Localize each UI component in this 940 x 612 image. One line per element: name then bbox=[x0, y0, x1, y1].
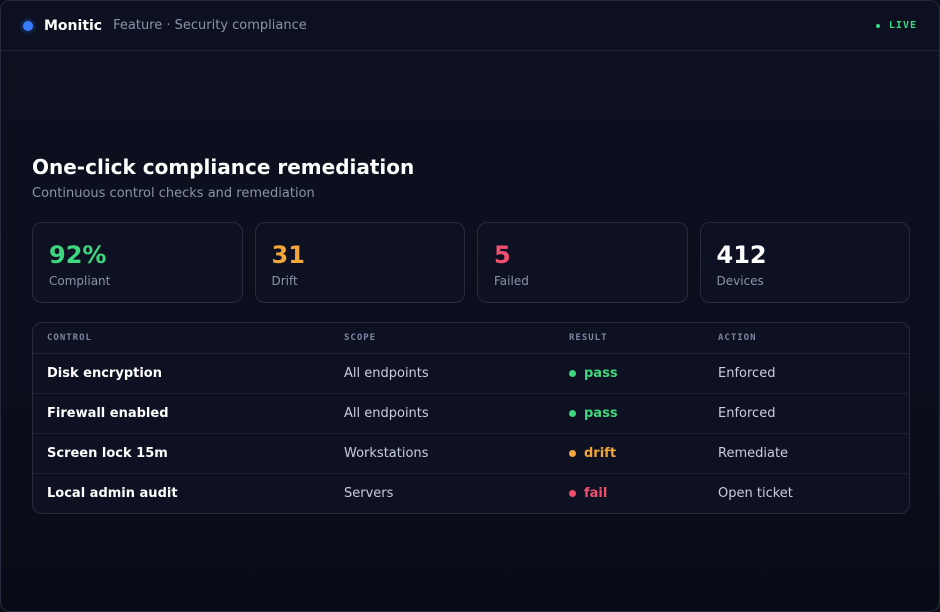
result-cell: fail bbox=[555, 474, 704, 514]
result-label: pass bbox=[584, 366, 618, 381]
live-status-badge: LIVE bbox=[875, 20, 917, 31]
column-header-action[interactable]: ACTION bbox=[704, 323, 909, 354]
column-header-result[interactable]: RESULT bbox=[555, 323, 704, 354]
kpi-label: Drift bbox=[271, 274, 298, 288]
column-header-scope[interactable]: SCOPE bbox=[330, 323, 555, 354]
action-cell[interactable]: Enforced bbox=[704, 393, 909, 434]
result-label: drift bbox=[584, 446, 617, 461]
brand-name: Monitic bbox=[44, 17, 103, 34]
result-badge: fail bbox=[569, 486, 607, 501]
live-dot-icon bbox=[875, 23, 880, 28]
kpi-value: 92% bbox=[49, 241, 107, 269]
table-header-row: CONTROL SCOPE RESULT ACTION bbox=[33, 323, 909, 354]
result-badge: pass bbox=[569, 406, 618, 421]
result-cell: pass bbox=[555, 353, 704, 394]
live-status-label: LIVE bbox=[888, 20, 917, 31]
kpi-value: 31 bbox=[271, 241, 305, 269]
scope-cell: Servers bbox=[344, 486, 394, 501]
control-cell: Disk encryption bbox=[33, 353, 330, 394]
kpi-card-failed: 5 Failed bbox=[477, 222, 688, 303]
kpi-value: 5 bbox=[494, 241, 511, 269]
kpi-label: Compliant bbox=[49, 274, 111, 288]
kpi-label: Devices bbox=[716, 274, 764, 288]
main-content: One-click compliance remediation Continu… bbox=[32, 153, 910, 514]
compliance-table: CONTROL SCOPE RESULT ACTION Disk encrypt… bbox=[32, 322, 910, 514]
brand-logo-icon bbox=[23, 20, 33, 31]
table-row[interactable]: Firewall enabled All endpoints pass Enfo… bbox=[33, 393, 909, 434]
scope-cell: All endpoints bbox=[330, 353, 555, 394]
control-cell: Screen lock 15m bbox=[33, 433, 330, 474]
table-row[interactable]: Local admin audit Servers fail Open tick… bbox=[33, 474, 909, 514]
kpi-value: 412 bbox=[716, 241, 767, 269]
top-bar: Monitic Feature · Security compliance LI… bbox=[1, 1, 939, 51]
page-title: One-click compliance remediation bbox=[32, 155, 415, 179]
action-cell[interactable]: Enforced bbox=[704, 353, 909, 394]
control-cell: Local admin audit bbox=[47, 486, 178, 501]
kpi-card-devices: 412 Devices bbox=[699, 222, 910, 303]
result-label: fail bbox=[584, 486, 608, 501]
scope-cell: Workstations bbox=[330, 433, 555, 474]
result-badge: pass bbox=[569, 366, 618, 381]
table-row[interactable]: Disk encryption All endpoints pass Enfor… bbox=[33, 353, 909, 394]
action-cell[interactable]: Open ticket bbox=[704, 474, 909, 514]
result-cell: pass bbox=[555, 393, 704, 434]
result-label: pass bbox=[584, 406, 618, 421]
control-cell: Firewall enabled bbox=[33, 393, 330, 434]
result-cell: drift bbox=[555, 433, 704, 474]
status-dot-icon bbox=[569, 370, 576, 377]
status-dot-icon bbox=[569, 410, 576, 417]
app-window: Monitic Feature · Security compliance LI… bbox=[0, 0, 940, 612]
status-dot-icon bbox=[569, 450, 576, 457]
breadcrumb: Feature · Security compliance bbox=[113, 18, 307, 33]
kpi-card-compliant: 92% Compliant bbox=[32, 222, 243, 303]
result-badge: drift bbox=[569, 446, 616, 461]
scope-cell: All endpoints bbox=[330, 393, 555, 434]
kpi-row: 92% Compliant 31 Drift 5 Failed 412 Devi… bbox=[32, 222, 910, 303]
column-header-control[interactable]: CONTROL bbox=[33, 323, 330, 354]
action-cell[interactable]: Remediate bbox=[704, 433, 909, 474]
page-subtitle: Continuous control checks and remediatio… bbox=[32, 186, 315, 201]
kpi-label: Failed bbox=[494, 274, 529, 288]
kpi-card-drift: 31 Drift bbox=[254, 222, 465, 303]
status-dot-icon bbox=[569, 490, 576, 497]
table-row[interactable]: Screen lock 15m Workstations drift Remed… bbox=[33, 433, 909, 474]
